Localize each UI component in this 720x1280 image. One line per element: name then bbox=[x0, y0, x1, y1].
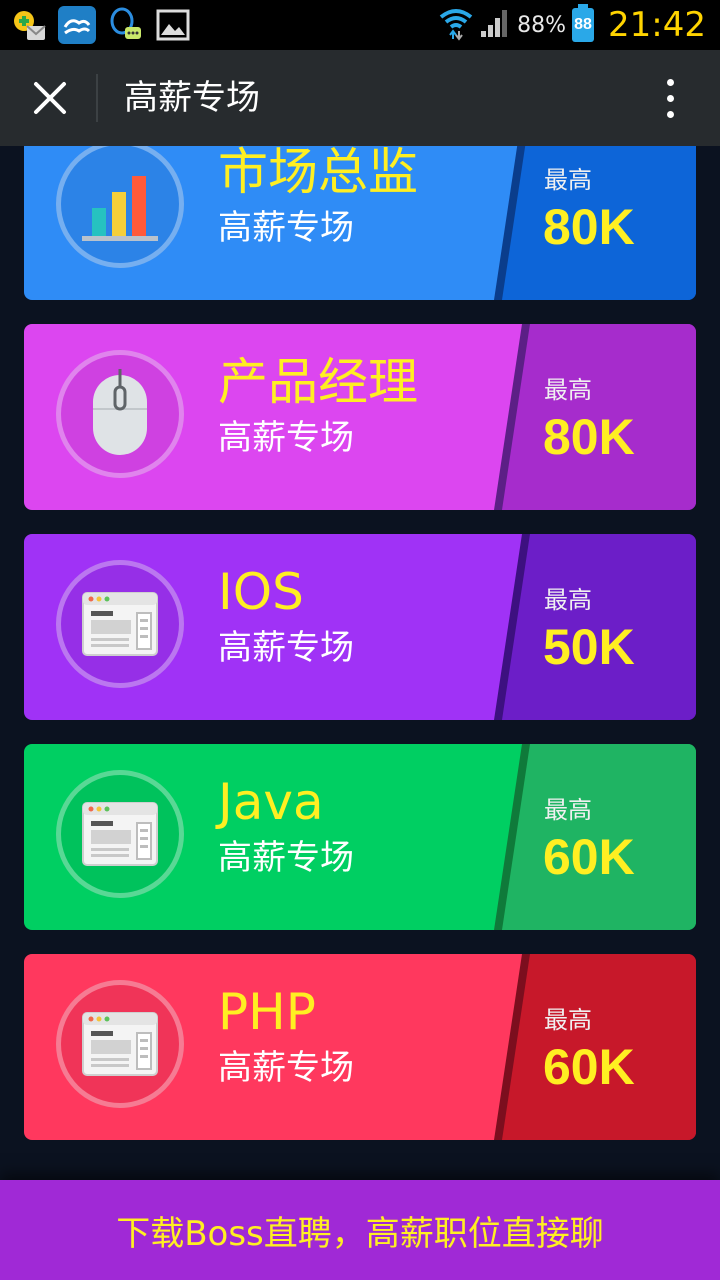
max-salary-value: 60K bbox=[543, 1039, 635, 1095]
notification-icons bbox=[10, 6, 192, 44]
card-icon-ring bbox=[56, 350, 184, 478]
card-subtitle: 高薪专场 bbox=[218, 628, 354, 668]
status-indicators: 88% 88 21:42 bbox=[439, 0, 706, 50]
browser-window-icon bbox=[81, 801, 159, 867]
card-subtitle: 高薪专场 bbox=[218, 838, 354, 878]
card-title: 产品经理 bbox=[218, 353, 418, 411]
card-subtitle: 高薪专场 bbox=[218, 418, 354, 458]
max-salary-label: 最高 bbox=[544, 166, 592, 194]
weather-app-icon bbox=[58, 6, 96, 44]
card-icon-ring bbox=[56, 146, 184, 268]
more-dot bbox=[666, 110, 674, 118]
job-card[interactable]: PHP 高薪专场 最高 60K bbox=[24, 954, 696, 1140]
close-button[interactable] bbox=[20, 68, 80, 128]
max-salary-value: 80K bbox=[543, 409, 635, 465]
battery-icon: 88 bbox=[572, 4, 595, 42]
job-card[interactable]: Java 高薪专场 最高 60K bbox=[24, 744, 696, 930]
qq-chat-icon bbox=[106, 6, 144, 44]
max-salary-value: 60K bbox=[543, 829, 635, 885]
mouse-icon bbox=[85, 369, 155, 459]
more-dot bbox=[666, 78, 674, 86]
battery-percent: 88% bbox=[517, 12, 567, 38]
app-bar: 高薪专场 bbox=[0, 50, 720, 146]
mail-add-icon bbox=[10, 6, 48, 44]
app-bar-divider bbox=[96, 74, 98, 122]
page-title: 高薪专场 bbox=[124, 78, 260, 118]
bar-chart-icon bbox=[78, 162, 162, 246]
card-subtitle: 高薪专场 bbox=[218, 208, 354, 248]
max-salary-value: 80K bbox=[543, 199, 635, 255]
browser-window-icon bbox=[81, 591, 159, 657]
max-salary-label: 最高 bbox=[544, 376, 592, 404]
wifi-icon bbox=[439, 5, 473, 45]
more-dot bbox=[666, 94, 674, 102]
job-card[interactable]: 产品经理高薪专场 最高 80K bbox=[24, 324, 696, 510]
card-icon-ring bbox=[56, 560, 184, 688]
signal-icon bbox=[479, 7, 511, 43]
image-icon bbox=[154, 6, 192, 44]
max-salary-label: 最高 bbox=[544, 1006, 592, 1034]
close-icon bbox=[34, 82, 66, 114]
card-icon-ring bbox=[56, 980, 184, 1108]
card-subtitle: 高薪专场 bbox=[218, 1048, 354, 1088]
download-app-banner[interactable]: 下载Boss直聘，高薪职位直接聊 bbox=[0, 1180, 720, 1280]
more-options-button[interactable] bbox=[650, 68, 690, 128]
max-salary-label: 最高 bbox=[544, 586, 592, 614]
browser-window-icon bbox=[81, 1011, 159, 1077]
clock: 21:42 bbox=[608, 5, 706, 45]
status-bar: 88% 88 21:42 bbox=[0, 0, 720, 50]
max-salary-label: 最高 bbox=[544, 796, 592, 824]
job-card-list: 市场总监 高薪专场 最高 80K 产品经理 高薪专场 最高 80K IOS 高薪专场 最高 50K Ja… bbox=[0, 146, 720, 1180]
max-salary-value: 50K bbox=[543, 619, 635, 675]
job-card[interactable]: IOS 高薪专场 最高 50K bbox=[24, 534, 696, 720]
card-title: Java bbox=[218, 773, 324, 831]
card-title: 市场总监 bbox=[218, 146, 418, 201]
card-title: IOS bbox=[218, 563, 304, 621]
card-title: PHP bbox=[218, 983, 316, 1041]
card-icon-ring bbox=[56, 770, 184, 898]
job-card[interactable]: 市场总监高薪专场 最高 80K bbox=[24, 146, 696, 300]
